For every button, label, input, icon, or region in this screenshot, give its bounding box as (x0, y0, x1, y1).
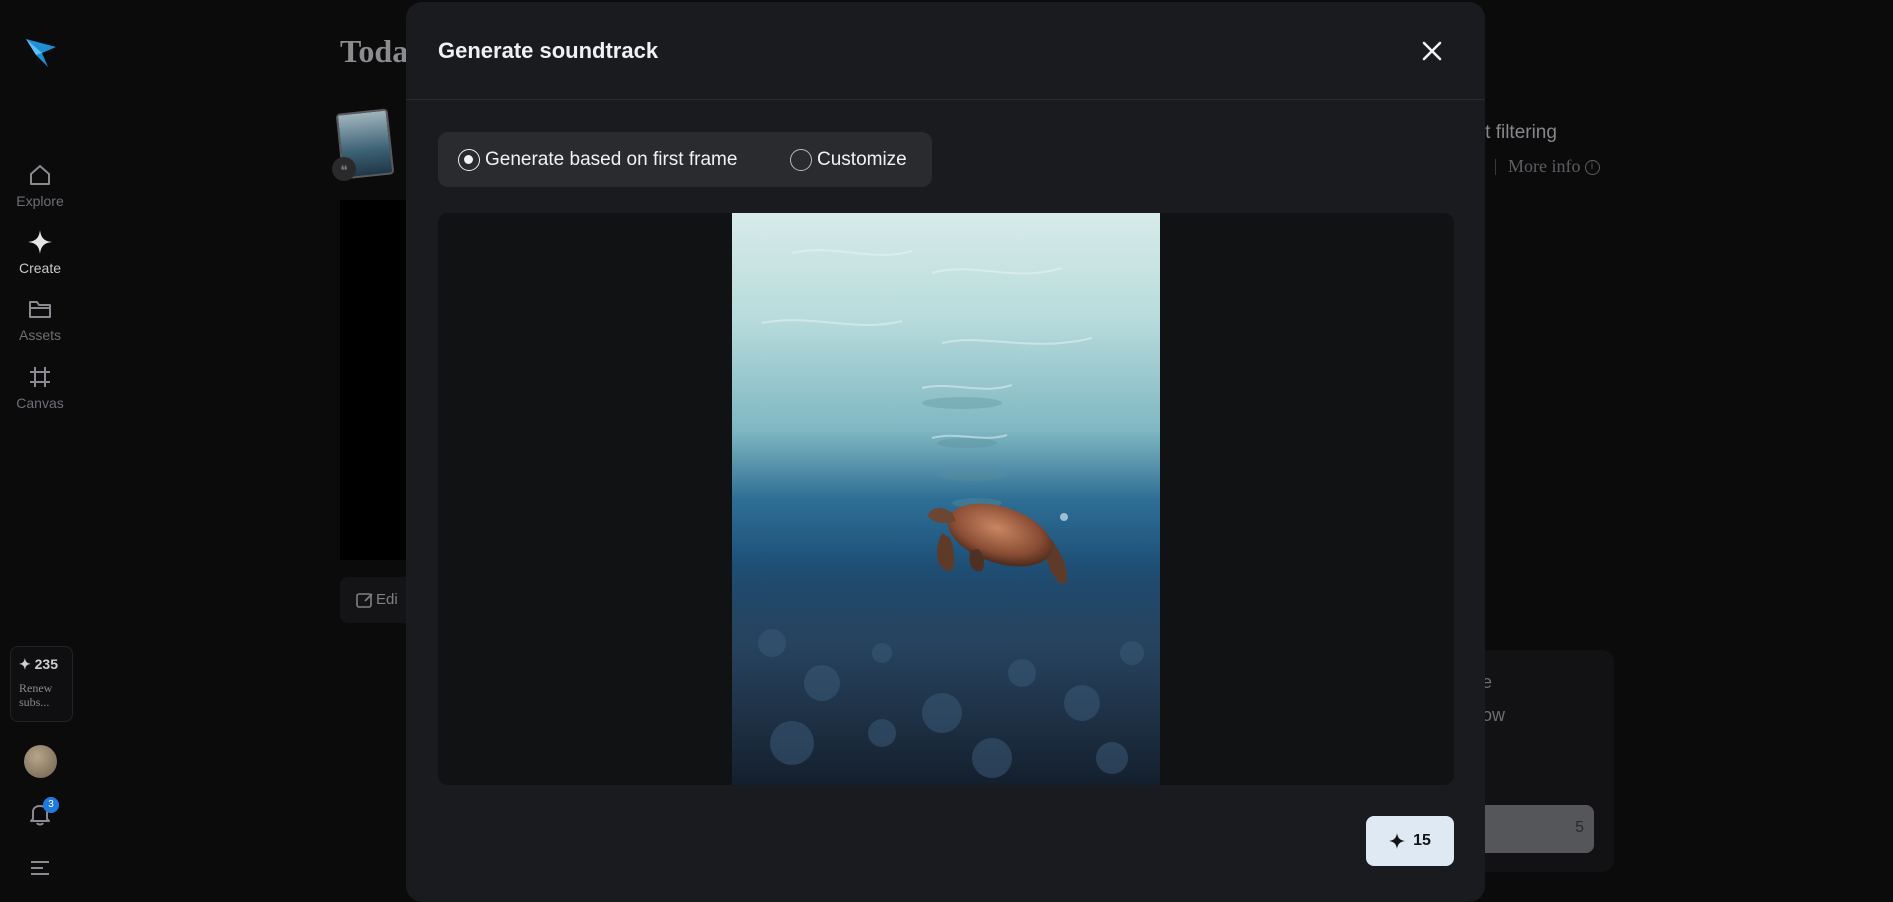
sparkle-icon (28, 230, 52, 254)
option-customize[interactable]: Customize (790, 132, 907, 187)
notification-badge: 3 (43, 797, 59, 813)
info-icon[interactable]: i (1584, 159, 1600, 175)
nav-canvas[interactable]: Canvas (0, 364, 80, 411)
more-info-link[interactable]: More info (1508, 156, 1580, 176)
mode-radio-group: Generate based on first frame Customize (438, 132, 932, 187)
page-title: Toda (340, 33, 409, 69)
generate-cost: 15 (1413, 832, 1431, 849)
option-first-frame-label: Generate based on first frame (485, 148, 738, 170)
menu-icon[interactable] (30, 860, 50, 876)
nav-create[interactable]: Create (0, 229, 80, 276)
logo-icon[interactable] (22, 33, 60, 71)
generate-soundtrack-dialog: Generate soundtrack Generate based on fi… (406, 2, 1485, 902)
dialog-header: Generate soundtrack (406, 2, 1485, 100)
home-icon (30, 165, 50, 185)
nav-assets[interactable]: Assets (0, 296, 80, 343)
radio-first-frame[interactable] (458, 148, 480, 171)
nav-explore[interactable]: Explore (0, 162, 80, 209)
credits-amount: ✦ 235 (19, 656, 58, 672)
edit-button-label: Edi (376, 591, 398, 608)
nav-create-label: Create (18, 260, 62, 276)
credits-panel[interactable]: ✦ 235 Renew subs... (10, 646, 73, 722)
close-icon[interactable] (1416, 35, 1448, 67)
sidebar: Explore Create Assets Canvas ✦ 235 Renew… (0, 0, 80, 894)
option-first-frame[interactable]: Generate based on first frame (458, 132, 737, 187)
nav-canvas-label: Canvas (16, 395, 64, 411)
folder-icon (29, 301, 51, 318)
edit-icon (356, 593, 373, 608)
nav-explore-label: Explore (16, 193, 64, 209)
quote-icon: ❝ (332, 157, 356, 181)
first-frame-preview (438, 213, 1454, 785)
sparkle-icon (1389, 833, 1406, 849)
dialog-title: Generate soundtrack (438, 38, 659, 63)
canvas-icon (30, 367, 50, 387)
nav-assets-label: Assets (18, 327, 61, 343)
option-customize-label: Customize (817, 148, 907, 170)
card-text-line-2: ow (1482, 705, 1506, 725)
first-frame-image (732, 213, 1160, 785)
radio-customize[interactable] (790, 148, 812, 171)
avatar[interactable] (24, 745, 57, 778)
generate-button[interactable]: 15 (1366, 816, 1454, 866)
renew-subscription-link[interactable]: Renew subs... (19, 681, 64, 709)
